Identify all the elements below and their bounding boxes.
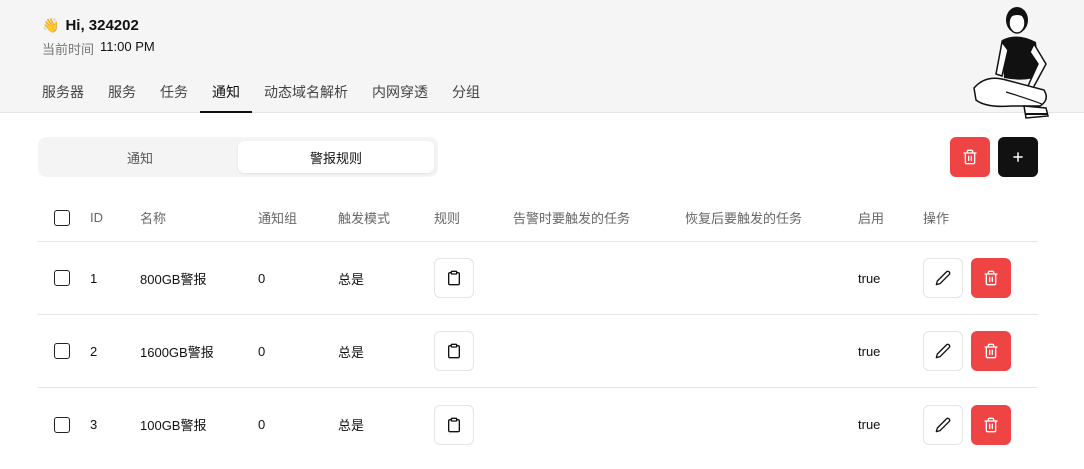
delete-selected-button[interactable] xyxy=(950,137,990,177)
trash-icon xyxy=(963,149,977,165)
nav-item-services[interactable]: 服务 xyxy=(96,78,148,113)
cell-enabled: true xyxy=(858,270,881,286)
col-header-name: 名称 xyxy=(140,211,167,226)
col-header-id: ID xyxy=(90,210,103,225)
table-row: 3 100GB警报 0 总是 true xyxy=(38,388,1038,461)
cell-trigger-mode: 总是 xyxy=(338,418,365,433)
col-header-rules: 规则 xyxy=(434,211,461,226)
segment-alert-rules[interactable]: 警报规则 xyxy=(238,141,434,173)
select-all-checkbox[interactable] xyxy=(54,209,70,226)
clipboard-icon xyxy=(448,270,460,286)
current-time-label: 当前时间 xyxy=(42,42,95,57)
trash-icon xyxy=(984,417,998,432)
cell-notify-group: 0 xyxy=(258,270,266,286)
col-header-notify-group: 通知组 xyxy=(258,211,298,226)
nav-item-nat[interactable]: 内网穿透 xyxy=(360,78,440,113)
row-checkbox[interactable] xyxy=(54,416,70,433)
current-time: 当前时间 11:00 PM xyxy=(42,39,155,58)
table-row: 2 1600GB警报 0 总是 true xyxy=(38,315,1038,388)
waving-hand-icon: 👋 xyxy=(42,17,60,33)
col-header-actions: 操作 xyxy=(923,211,950,226)
cell-name: 1600GB警报 xyxy=(140,344,214,360)
current-time-value: 11:00 PM xyxy=(100,39,155,54)
cell-trigger-mode: 总是 xyxy=(338,344,365,360)
table-row: 1 800GB警报 0 总是 true xyxy=(38,242,1038,315)
delete-button[interactable] xyxy=(971,331,1011,371)
greeting-text: Hi, 324202 xyxy=(65,17,139,34)
pencil-icon xyxy=(935,270,951,286)
cell-trigger-mode: 总是 xyxy=(338,271,365,287)
cell-name: 100GB警报 xyxy=(140,418,207,433)
main-nav: 服务器 服务 任务 通知 动态域名解析 内网穿透 分组 xyxy=(30,78,492,113)
table-header-row: ID 名称 通知组 触发模式 规则 告警时要触发的任务 恢复后要触发的任务 启用… xyxy=(38,194,1038,242)
col-header-enabled: 启用 xyxy=(858,211,885,226)
edit-button[interactable] xyxy=(923,404,963,445)
nav-item-tasks[interactable]: 任务 xyxy=(148,78,200,113)
view-rules-button[interactable] xyxy=(434,331,474,371)
trash-icon xyxy=(984,343,998,359)
delete-button[interactable] xyxy=(971,404,1011,445)
cell-enabled: true xyxy=(858,417,881,432)
pencil-icon xyxy=(935,417,951,432)
segment-notify[interactable]: 通知 xyxy=(42,141,238,173)
cell-notify-group: 0 xyxy=(258,343,266,359)
cell-enabled: true xyxy=(858,343,881,359)
alert-rules-table: ID 名称 通知组 触发模式 规则 告警时要触发的任务 恢复后要触发的任务 启用… xyxy=(38,194,1038,461)
view-rules-button[interactable] xyxy=(434,404,474,445)
clipboard-icon xyxy=(448,343,460,359)
cell-notify-group: 0 xyxy=(258,417,266,432)
greeting: 👋 Hi, 324202 xyxy=(42,17,139,34)
cell-id: 2 xyxy=(90,343,98,359)
nav-item-groups[interactable]: 分组 xyxy=(440,78,492,113)
cell-name: 800GB警报 xyxy=(140,271,207,287)
col-header-trigger-mode: 触发模式 xyxy=(338,211,391,226)
delete-button[interactable] xyxy=(971,258,1011,298)
row-checkbox[interactable] xyxy=(54,270,70,286)
cell-id: 1 xyxy=(90,270,98,286)
col-header-recover-task: 恢复后要触发的任务 xyxy=(685,211,803,226)
plus-icon xyxy=(1013,152,1023,162)
top-header: 👋 Hi, 324202 当前时间 11:00 PM 服务器 服务 任务 通知 … xyxy=(0,0,1084,119)
clipboard-icon xyxy=(448,417,460,432)
add-rule-button[interactable] xyxy=(998,137,1038,177)
edit-button[interactable] xyxy=(923,331,963,371)
segment-control: 通知 警报规则 xyxy=(38,137,438,177)
nav-item-servers[interactable]: 服务器 xyxy=(30,78,96,113)
row-checkbox[interactable] xyxy=(54,343,70,359)
nav-item-notifications[interactable]: 通知 xyxy=(200,78,252,113)
trash-icon xyxy=(984,270,998,286)
view-rules-button[interactable] xyxy=(434,258,474,298)
edit-button[interactable] xyxy=(923,258,963,298)
cell-id: 3 xyxy=(90,417,98,432)
nav-item-ddns[interactable]: 动态域名解析 xyxy=(252,78,360,113)
sitting-person-illustration xyxy=(973,7,1049,119)
col-header-alert-task: 告警时要触发的任务 xyxy=(513,211,631,226)
pencil-icon xyxy=(935,343,951,359)
